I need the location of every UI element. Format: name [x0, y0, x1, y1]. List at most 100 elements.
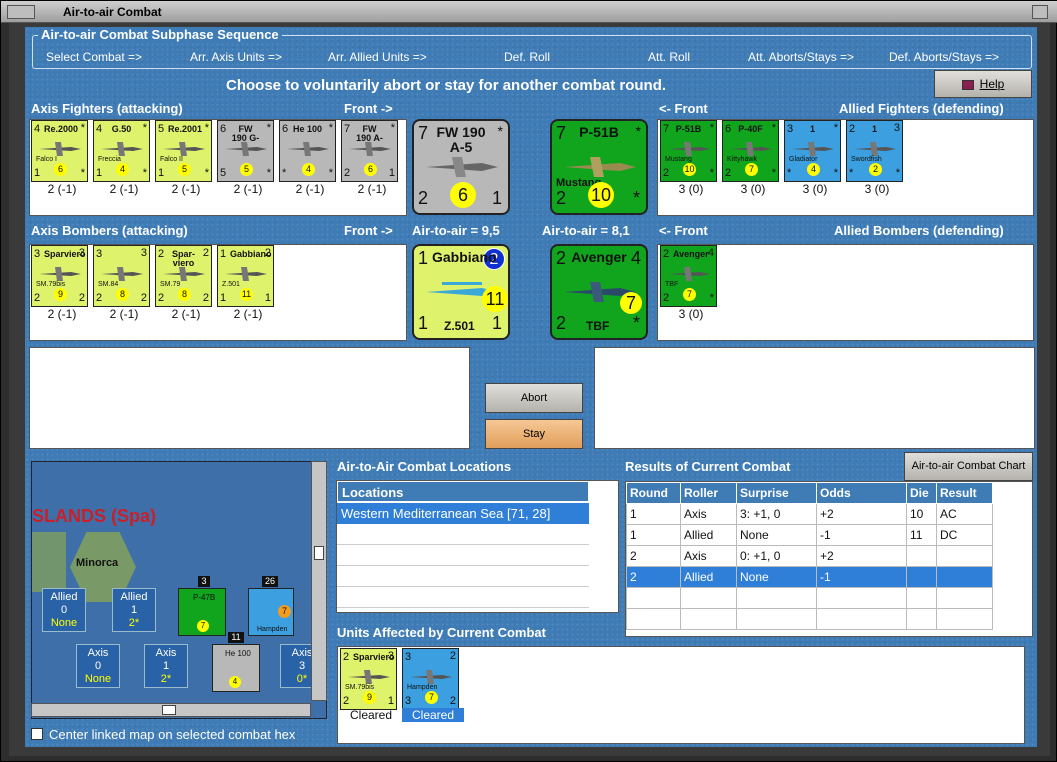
unit-counter[interactable]: 2 4 2 * Avenger TBF 7	[660, 245, 717, 307]
stat-label: Axis	[155, 647, 177, 659]
map-vertical-scrollbar[interactable]	[311, 461, 327, 701]
center-linked-checkbox[interactable]	[31, 728, 43, 740]
unit-counter[interactable]: 7 * 2 * P-51B Mustang 10	[660, 120, 717, 182]
horizontal-scroll-thumb[interactable]	[162, 705, 176, 715]
results-row[interactable]: 1 Allied None -1 11 DC	[626, 524, 993, 546]
help-book-icon	[961, 79, 974, 90]
results-cell	[816, 587, 907, 609]
map-horizontal-scrollbar[interactable]	[31, 703, 311, 717]
air-value: 9	[54, 288, 67, 301]
instruction-text: Choose to voluntarily abort or stay for …	[226, 77, 667, 94]
air-to-air-combat-chart-button[interactable]: Air-to-air Combat Chart	[904, 452, 1033, 481]
map-unit-he100[interactable]: He 100 4	[212, 644, 260, 692]
unit-counter[interactable]: 6 * * * He 100 4	[279, 120, 336, 182]
unit-subname: Freccia	[98, 156, 121, 163]
results-cell	[936, 587, 993, 609]
axis-bombers-label: Axis Bombers (attacking)	[31, 223, 188, 238]
move-value: 2	[449, 695, 456, 707]
unit-subname: SM.84	[98, 281, 119, 288]
unit-counter[interactable]: 4 * 1 * Re.2000 Falco I6	[31, 120, 88, 182]
unit-name: He 100	[292, 124, 323, 134]
results-row[interactable]	[626, 608, 993, 630]
stat-num: 1	[130, 604, 138, 616]
stat-value: 2*	[160, 673, 172, 685]
unit-counter[interactable]: 4 * 1 * G.50 Freccia 4	[93, 120, 150, 182]
col-odds: Odds	[816, 482, 907, 504]
results-cell: 11	[906, 524, 937, 546]
results-row[interactable]: 1 Axis 3: +1, 0 +2 10 AC	[626, 503, 993, 525]
defense-value: 1	[418, 313, 429, 333]
unit-name: G.50	[111, 124, 132, 134]
unit-counter[interactable]: 2 2 2 2 Spar-viero SM.79 8	[155, 245, 212, 307]
air-value: 10	[683, 163, 696, 176]
col-roller: Roller	[680, 482, 737, 504]
move-value: *	[709, 167, 714, 179]
map-unit-p47b[interactable]: P-47B 7	[178, 588, 226, 636]
subphase-sequence: Air-to-air Combat Subphase Sequence Sele…	[32, 27, 1032, 69]
locations-title: Air-to-Air Combat Locations	[337, 459, 512, 474]
plane-icon	[285, 141, 331, 159]
unit-name: Gabbiano	[230, 249, 272, 259]
vertical-scroll-thumb[interactable]	[314, 546, 324, 560]
affected-title: Units Affected by Current Combat	[337, 625, 546, 640]
air-value: 7	[278, 605, 291, 618]
results-cell: -1	[816, 524, 907, 546]
defense-value: *	[787, 167, 792, 179]
step-arr-axis: Arr. Axis Units =>	[190, 50, 283, 64]
step-arr-allied: Arr. Allied Units =>	[328, 50, 427, 64]
unit-counter[interactable]: 6 * 2 * P-40F Kittyhawk 7	[722, 120, 779, 182]
defense-value: *	[282, 167, 287, 179]
help-button[interactable]: Help	[934, 70, 1032, 98]
map-region-label: SLANDS (Spa)	[32, 506, 157, 526]
abort-button[interactable]: Abort	[485, 383, 583, 413]
unit-counter[interactable]: 2 3 2 1 Sparviero SM.79bis 9	[340, 648, 397, 710]
air-value: 7	[620, 292, 642, 314]
unit-counter[interactable]: 3 * * * 1 Gladiator 4	[784, 120, 841, 182]
front-allied-fighter[interactable]: 7 * P-51B Mustang 2 10 *	[550, 119, 648, 215]
axis-bombers-front-label: Front ->	[344, 223, 393, 238]
unit-counter[interactable]: 2 3 * * 1 Swordfish 2	[846, 120, 903, 182]
allied-stat-1: Allied 1 2*	[112, 588, 156, 632]
defense-value: 5	[220, 167, 227, 179]
results-title: Results of Current Combat	[625, 459, 791, 474]
help-label: Help	[979, 77, 1005, 91]
front-axis-fighter[interactable]: 7 * FW 190 A-5 2 6 1	[412, 119, 510, 215]
system-menu-icon[interactable]	[7, 5, 35, 19]
defense-value: 3	[405, 695, 412, 707]
allied-fighters-label: Allied Fighters (defending)	[839, 101, 1004, 116]
map-unit-hampden[interactable]: Hampden 7	[248, 588, 294, 636]
results-row[interactable]	[626, 587, 993, 609]
close-window-icon[interactable]	[1032, 5, 1048, 19]
stat-num: 1	[162, 660, 170, 672]
unit-counter[interactable]: 1 2 1 1 Gabbiano Z.501 11	[217, 245, 274, 307]
air-value: 8	[178, 288, 191, 301]
move-value: *	[80, 167, 85, 179]
air-value: 7	[425, 691, 438, 704]
unit-strength: 2 (-1)	[47, 307, 77, 321]
results-row[interactable]: 2 Axis 0: +1, 0 +2	[626, 545, 993, 567]
unit-counter[interactable]: 7*21FW 190 A-56	[341, 120, 398, 182]
front-allied-bomber[interactable]: 2 4 Avenger TBF 2 7 *	[550, 244, 648, 340]
axis-fighters-label: Axis Fighters (attacking)	[31, 101, 183, 116]
location-item-selected[interactable]: Western Mediterranean Sea [71, 28]	[337, 503, 589, 524]
results-table: Round Roller Surprise Odds Die Result 1A…	[626, 482, 993, 630]
unit-subname: TBF	[665, 281, 679, 288]
linked-map[interactable]: SLANDS (Spa) Minorca Allied 0 None Allied 1…	[31, 461, 327, 719]
front-axis-bomber[interactable]: 1 2 Gabbiano Z.501 1 11 1	[412, 244, 510, 340]
results-cell: +2	[816, 503, 907, 525]
axis-a2a-value: Air-to-air = 9,5	[412, 223, 500, 238]
unit-subname: Swordfish	[851, 156, 882, 163]
unit-counter[interactable]: 5 * 1 * Re.2001 Falco II 5	[155, 120, 212, 182]
unit-counter[interactable]: 3 3 2 2 SM.84 8	[93, 245, 150, 307]
unit-name: Sparviero	[44, 249, 86, 259]
unit-counter[interactable]: 6*5*FW 190 G-35	[217, 120, 274, 182]
stay-button[interactable]: Stay	[485, 419, 583, 449]
unit-counter[interactable]: 3 3 2 2 Sparviero SM.79bis 9	[31, 245, 88, 307]
stat-label: Axis	[87, 647, 109, 659]
unit-name: Re.2001	[168, 124, 203, 134]
defense-value: 1	[220, 292, 227, 304]
unit-counter[interactable]: 3 2 3 2 Hampden 7	[402, 648, 459, 710]
unit-subname: Falco II	[160, 156, 183, 163]
results-row[interactable]: 2 Allied None -1	[626, 566, 993, 588]
results-cell	[936, 608, 993, 630]
